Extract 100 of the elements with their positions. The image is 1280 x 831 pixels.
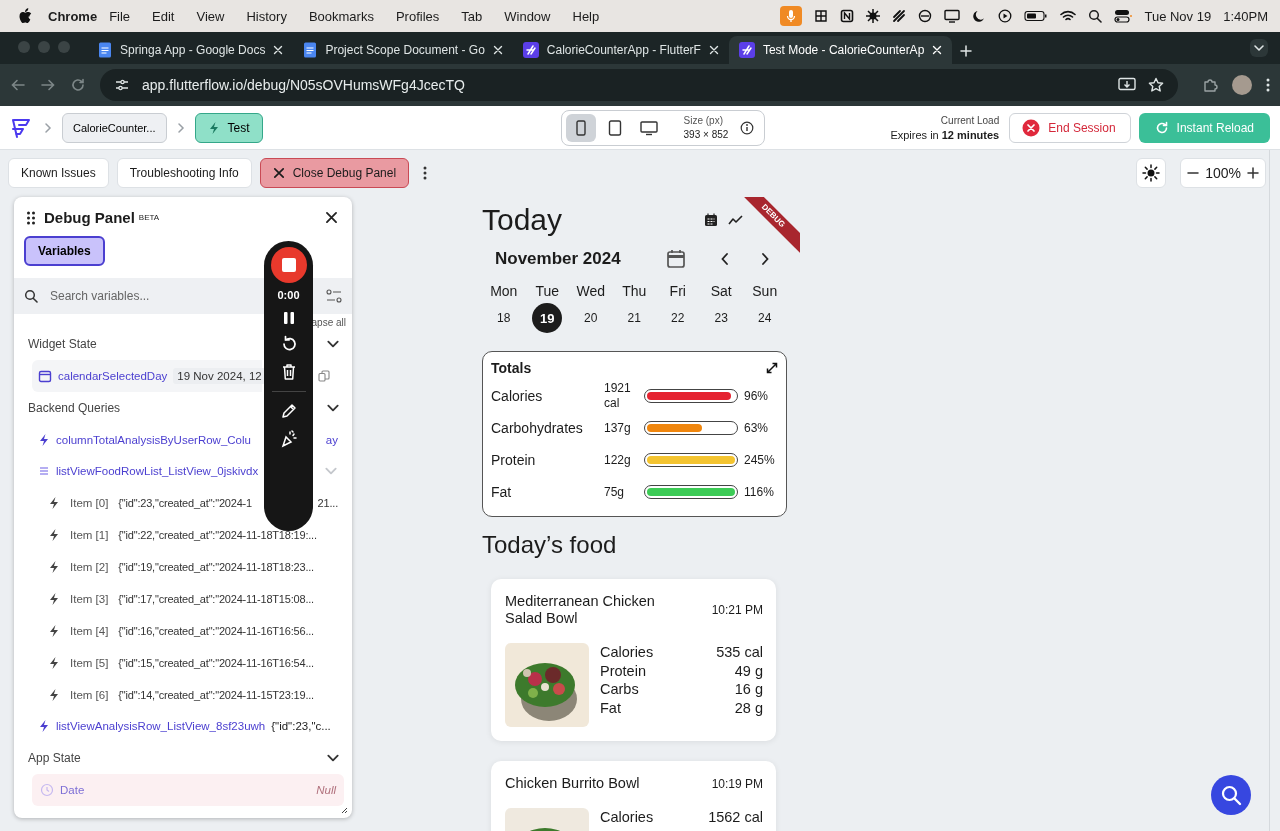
info-icon[interactable] <box>740 120 755 135</box>
end-session-button[interactable]: End Session <box>1009 112 1131 143</box>
date-button[interactable]: 20 <box>575 303 606 333</box>
close-icon[interactable] <box>492 45 503 55</box>
menu-item[interactable]: Profiles <box>395 8 440 24</box>
nutrient-value: 28 g <box>733 698 763 717</box>
back-icon[interactable] <box>10 77 26 93</box>
calendar-icon[interactable] <box>704 213 718 227</box>
monitor-icon[interactable] <box>944 9 961 23</box>
theme-button[interactable] <box>1136 158 1167 188</box>
menu-item[interactable]: Help <box>572 8 600 24</box>
gear-icon[interactable] <box>866 9 881 23</box>
close-icon[interactable] <box>708 45 719 55</box>
variable-row[interactable]: Date Null <box>32 774 344 807</box>
forward-icon[interactable] <box>40 77 56 93</box>
search-icon <box>1220 784 1242 806</box>
project-button[interactable]: CalorieCounter... <box>62 112 167 143</box>
recording-timer: 0:00 <box>277 289 300 301</box>
puzzle-icon[interactable] <box>1202 77 1218 93</box>
search-icon[interactable] <box>1088 9 1103 23</box>
toolbar-button[interactable]: Troubleshooting Info <box>116 158 252 188</box>
menu-item[interactable]: History <box>246 8 287 24</box>
pencil-icon[interactable] <box>279 402 298 420</box>
expand-icon[interactable] <box>766 362 778 374</box>
zoom-in-button[interactable] <box>1247 167 1259 179</box>
apple-icon[interactable] <box>18 8 32 24</box>
date-button[interactable]: 22 <box>662 303 693 333</box>
date-button[interactable]: 21 <box>619 303 650 333</box>
stop-button[interactable] <box>270 247 307 283</box>
menu-item[interactable]: Bookmarks <box>308 8 374 24</box>
date-button[interactable]: 23 <box>706 303 737 333</box>
install-icon[interactable] <box>1118 77 1136 93</box>
query-name[interactable]: listViewAnalysisRow_ListView_8sf23uwh <box>56 720 266 733</box>
plus-icon[interactable] <box>960 45 973 57</box>
query-name[interactable]: columnTotalAnalysisByUserRow_Colu <box>56 433 251 446</box>
date-button[interactable]: 18 <box>488 303 519 333</box>
trash-icon[interactable] <box>280 363 297 381</box>
circle-icon[interactable] <box>918 9 933 23</box>
browser-tab[interactable]: Springa App - Google Docs <box>88 36 294 64</box>
url-text: app.flutterflow.io/debug/N05sOVHumsWFg4JcecTQ <box>142 77 466 93</box>
next-button[interactable] <box>760 252 770 266</box>
browser-tab[interactable]: Test Mode - CalorieCounterAp <box>728 36 953 64</box>
grid-icon[interactable] <box>814 9 829 23</box>
address-bar[interactable]: app.flutterflow.io/debug/N05sOVHumsWFg4JcecTQ <box>100 69 1178 101</box>
reload-icon[interactable] <box>70 77 86 93</box>
close-icon[interactable] <box>273 45 284 55</box>
phone-icon <box>574 119 587 136</box>
close-icon <box>325 211 338 224</box>
app-menu[interactable]: Chrome <box>48 8 98 24</box>
resize-handle-icon[interactable] <box>340 806 348 815</box>
star-icon[interactable] <box>1148 77 1164 93</box>
food-card[interactable]: Mediterranean Chicken Salad Bowl 10:21 PM Calories 535 cal Protein 49 g Carbs 16 g Fat 28 g <box>491 579 776 741</box>
close-panel-button[interactable]: Close Debug Panel <box>259 158 410 188</box>
date-button[interactable]: 24 <box>749 303 780 333</box>
menu-icon[interactable] <box>1266 77 1270 93</box>
avatar[interactable] <box>1232 75 1252 95</box>
close-button[interactable] <box>325 211 338 224</box>
filter-icon[interactable] <box>326 288 342 303</box>
battery-icon[interactable] <box>1024 10 1049 22</box>
menu-item[interactable]: Window <box>504 8 551 24</box>
menubar-date: Tue Nov 19 <box>1144 8 1212 24</box>
sun-icon <box>1142 164 1161 182</box>
calendar-icon[interactable] <box>666 249 686 269</box>
chevron-down-icon[interactable] <box>1250 39 1268 57</box>
bolt-icon <box>48 560 60 575</box>
search-button[interactable] <box>1211 775 1251 815</box>
toolbar-button[interactable]: Known Issues <box>8 158 109 188</box>
previous-button[interactable] <box>720 252 730 266</box>
food-name: Mediterranean Chicken Salad Bowl <box>505 593 656 627</box>
date-button[interactable]: 19 <box>532 303 563 333</box>
pause-icon[interactable] <box>282 311 295 325</box>
browser-tab[interactable]: Project Scope Document - Go <box>293 36 513 64</box>
panel-title: Debug Panel <box>44 209 135 226</box>
menu-item[interactable]: Tab <box>461 8 483 24</box>
drag-handle-icon[interactable] <box>26 210 36 225</box>
phone-button[interactable] <box>565 113 596 142</box>
menu-item[interactable]: View <box>196 8 225 24</box>
browser-tab[interactable]: CalorieCounterApp - FlutterF <box>512 36 729 64</box>
logo-icon[interactable] <box>10 116 32 139</box>
square-icon[interactable] <box>840 9 855 23</box>
wifi-icon[interactable] <box>1060 10 1077 22</box>
moon-icon[interactable] <box>972 9 987 23</box>
wand-icon[interactable] <box>279 430 298 448</box>
query-name[interactable]: listViewFoodRowList_ListView_0jskivdx <box>56 465 259 478</box>
test-button[interactable]: Test <box>194 112 263 143</box>
play-icon[interactable] <box>998 9 1013 23</box>
toggle-icon[interactable] <box>1114 9 1133 23</box>
menu-item[interactable]: Edit <box>152 8 175 24</box>
stripes-icon[interactable] <box>892 9 907 23</box>
copy-icon[interactable] <box>318 369 330 382</box>
zoom-level: 100% <box>1205 165 1241 181</box>
menu-item[interactable]: File <box>109 8 131 24</box>
weekday-label: Tue <box>535 283 560 299</box>
trend-icon[interactable] <box>728 214 744 226</box>
panel-tab[interactable]: Variables <box>24 236 105 266</box>
variable-row[interactable]: calendarSelectedDay 19 Nov 2024, 12 <box>32 359 262 392</box>
food-card[interactable]: Chicken Burrito Bowl 10:19 PM Calories 1562 cal <box>491 761 776 831</box>
size-label: Size (px) <box>683 113 724 128</box>
sliders-icon[interactable] <box>114 77 130 93</box>
more-icon[interactable] <box>423 165 428 181</box>
